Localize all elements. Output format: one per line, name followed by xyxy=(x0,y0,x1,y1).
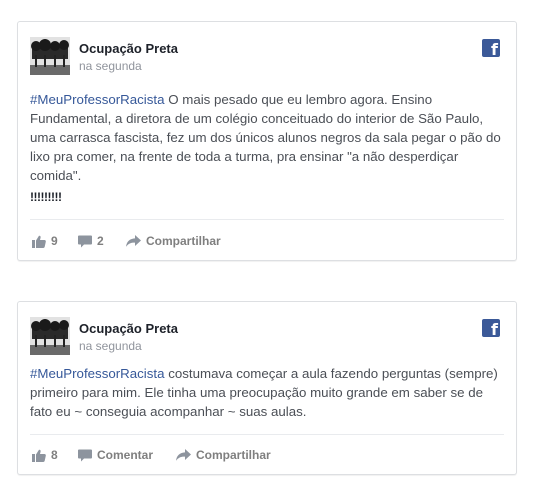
facebook-icon[interactable]: f xyxy=(482,39,500,57)
comment-button[interactable]: 2 xyxy=(78,231,104,251)
post-timestamp[interactable]: na segunda xyxy=(79,59,142,73)
share-label: Compartilhar xyxy=(146,234,221,248)
divider xyxy=(30,219,504,220)
post-header: Ocupação Preta na segunda f xyxy=(30,317,504,355)
post-text: #MeuProfessorRacista costumava começar a… xyxy=(30,364,502,421)
share-button[interactable]: Compartilhar xyxy=(126,231,221,251)
comment-icon xyxy=(78,235,92,247)
page-name[interactable]: Ocupação Preta xyxy=(79,321,178,336)
post-card: Ocupação Preta na segunda f #MeuProfesso… xyxy=(17,21,517,261)
comment-count: 2 xyxy=(97,234,104,248)
share-icon xyxy=(176,449,191,461)
post-timestamp[interactable]: na segunda xyxy=(79,339,142,353)
post-header: Ocupação Preta na segunda f xyxy=(30,37,504,75)
like-count: 9 xyxy=(51,234,58,248)
thumbs-up-icon xyxy=(32,235,46,248)
divider xyxy=(30,434,504,435)
like-count: 8 xyxy=(51,448,58,462)
post-card: Ocupação Preta na segunda f #MeuProfesso… xyxy=(17,301,517,475)
hashtag-link[interactable]: #MeuProfessorRacista xyxy=(30,92,165,107)
share-button[interactable]: Compartilhar xyxy=(176,445,271,465)
post-text-extra: !!!!!!!!! xyxy=(30,190,62,204)
post-actions: 8 Comentar Compartilhar xyxy=(32,445,504,465)
page-name[interactable]: Ocupação Preta xyxy=(79,41,178,56)
avatar[interactable] xyxy=(30,37,70,75)
share-icon xyxy=(126,235,141,247)
post-actions: 9 2 Compartilhar xyxy=(32,231,504,251)
comment-button[interactable]: Comentar xyxy=(78,445,153,465)
hashtag-link[interactable]: #MeuProfessorRacista xyxy=(30,366,165,381)
like-button[interactable]: 9 xyxy=(32,231,58,251)
avatar[interactable] xyxy=(30,317,70,355)
post-text: #MeuProfessorRacista O mais pesado que e… xyxy=(30,90,502,185)
facebook-icon[interactable]: f xyxy=(482,319,500,337)
share-label: Compartilhar xyxy=(196,448,271,462)
comment-icon xyxy=(78,449,92,461)
like-button[interactable]: 8 xyxy=(32,445,58,465)
thumbs-up-icon xyxy=(32,449,46,462)
comment-label: Comentar xyxy=(97,448,154,462)
